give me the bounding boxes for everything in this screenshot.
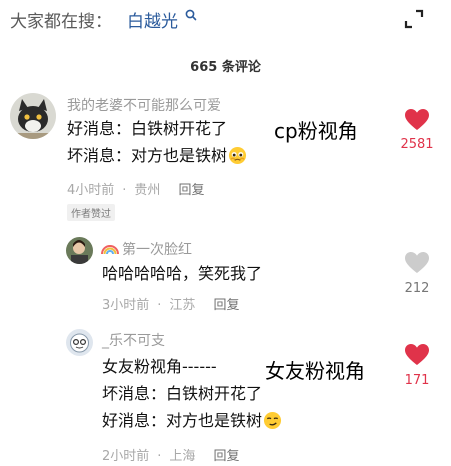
heart-icon[interactable] xyxy=(405,109,429,131)
reply-button[interactable]: 回复 xyxy=(178,183,204,198)
comment-username[interactable]: 我的老婆不可能那么可爱 xyxy=(67,95,221,115)
comment-meta: 2小时前 · 上海 回复 xyxy=(102,449,240,464)
comment-text: 好消息：白铁树开花了 坏消息：对方也是铁树 xyxy=(67,118,247,167)
comment-meta: 4小时前 · 贵州 回复 xyxy=(67,183,205,198)
comment-time: 3小时前 xyxy=(102,298,150,313)
comment-meta: 3小时前 · 江苏 回复 xyxy=(102,298,240,313)
reply-button[interactable]: 回复 xyxy=(213,298,239,313)
like-count: 212 xyxy=(404,281,430,296)
heart-icon[interactable] xyxy=(405,344,429,366)
comment-line: 坏消息：白铁树开花了 xyxy=(102,384,263,403)
comment-line: 女友粉视角------ xyxy=(102,357,217,376)
search-suggestion-link[interactable]: 白越光 xyxy=(127,7,178,32)
comment-text: 哈哈哈哈哈，笑死我了 xyxy=(102,264,263,283)
comment-time: 4小时前 xyxy=(67,183,115,198)
search-icon[interactable] xyxy=(185,8,197,24)
overlay-caption: 女友粉视角 xyxy=(265,359,365,383)
expand-icon[interactable] xyxy=(403,8,425,30)
author-liked-badge: 作者赞过 xyxy=(67,204,115,221)
pleading-face-emoji xyxy=(228,146,247,165)
avatar[interactable] xyxy=(66,329,93,356)
comment-username[interactable]: _乐不可支 xyxy=(102,330,165,350)
comment-line: 坏消息：对方也是铁树 xyxy=(67,145,247,167)
overlay-caption: cp粉视角 xyxy=(274,119,358,143)
like-count: 2581 xyxy=(400,137,434,152)
comment-text: 女友粉视角------ 坏消息：白铁树开花了 好消息：对方也是铁树 xyxy=(102,356,282,432)
avatar[interactable] xyxy=(66,237,93,264)
comment-line: 好消息：白铁树开花了 xyxy=(67,119,228,138)
reply-button[interactable]: 回复 xyxy=(213,449,239,464)
comment-count: 665 条评论 xyxy=(190,60,261,75)
comment-location: 贵州 xyxy=(134,183,161,198)
comment-line: 好消息：对方也是铁树 xyxy=(102,410,282,432)
heart-icon[interactable] xyxy=(405,252,429,274)
comment-username[interactable]: 第一次脸红 xyxy=(122,239,192,259)
like-count: 171 xyxy=(404,373,430,388)
search-prefix: 大家都在搜： xyxy=(10,12,112,32)
smirking-face-emoji xyxy=(263,411,282,430)
comment-location: 江苏 xyxy=(169,298,196,313)
avatar[interactable] xyxy=(10,93,56,139)
rainbow-icon xyxy=(101,245,119,255)
comment-location: 上海 xyxy=(169,449,196,464)
comment-time: 2小时前 xyxy=(102,449,150,464)
